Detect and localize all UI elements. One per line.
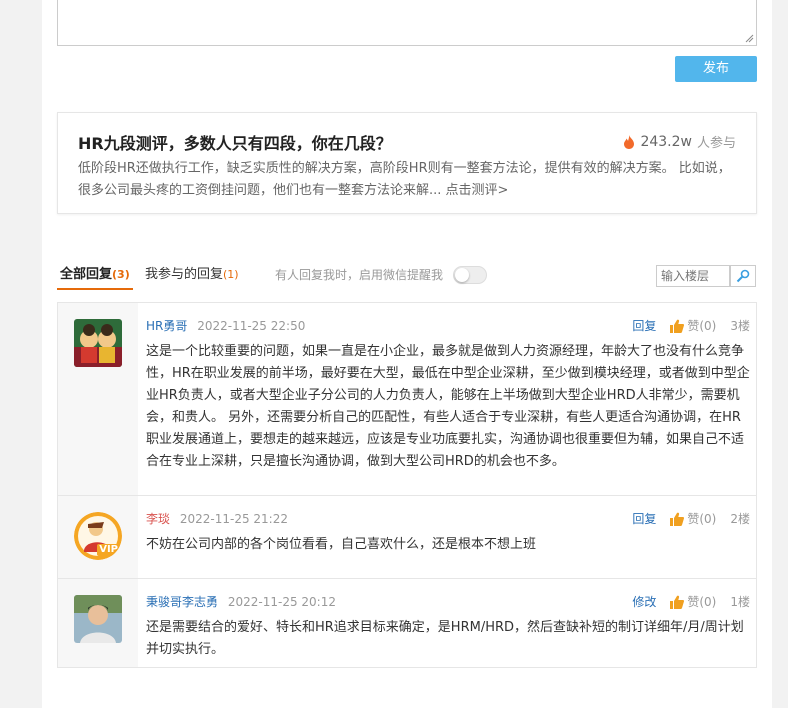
comment-username[interactable]: 李琰 xyxy=(146,512,170,526)
comment-time: 2022-11-25 22:50 xyxy=(197,319,306,333)
reply-tabs: 全部回复(3) 我参与的回复(1) 有人回复我时，启用微信提醒我 xyxy=(57,262,757,290)
avatar[interactable] xyxy=(74,319,122,367)
search-icon xyxy=(736,269,750,283)
avatar[interactable] xyxy=(74,595,122,643)
reply-textarea[interactable] xyxy=(57,0,757,46)
publish-button[interactable]: 发布 xyxy=(675,56,757,82)
edit-link[interactable]: 修改 xyxy=(632,593,656,610)
comment-actions: 回复 赞(0) 3楼 xyxy=(632,317,750,334)
comment-header: 秉骏哥李志勇 2022-11-25 20:12 修改 赞(0) 1楼 xyxy=(146,593,750,613)
thumbs-up-icon xyxy=(670,512,685,526)
like-button[interactable]: 赞(0) xyxy=(670,593,716,610)
wechat-notify-toggle[interactable] xyxy=(453,266,487,284)
comment-body: 秉骏哥李志勇 2022-11-25 20:12 修改 赞(0) 1楼 还是需要结… xyxy=(138,579,760,667)
floor-number: 1楼 xyxy=(730,595,750,609)
fire-icon xyxy=(624,134,635,149)
thumbs-up-icon xyxy=(670,595,685,609)
tab-mine-label: 我参与的回复 xyxy=(145,267,224,282)
comment-avatar-column xyxy=(58,303,138,495)
floor-input[interactable] xyxy=(656,265,730,287)
promo-card[interactable]: HR九段测评，多数人只有四段，你在几段？ 243.2w 人参与 低阶段HR还做执… xyxy=(57,112,757,214)
reply-link[interactable]: 回复 xyxy=(632,510,656,527)
comment-time: 2022-11-25 20:12 xyxy=(227,595,336,609)
comment-avatar-column: VIP xyxy=(58,496,138,578)
wechat-notify-label: 有人回复我时，启用微信提醒我 xyxy=(275,268,444,282)
tab-all-label: 全部回复 xyxy=(60,267,113,282)
floor-number: 2楼 xyxy=(730,512,750,526)
like-button[interactable]: 赞(0) xyxy=(670,510,716,527)
avatar[interactable]: VIP xyxy=(74,512,122,560)
comment-username[interactable]: HR勇哥 xyxy=(146,319,187,333)
comment-avatar-column xyxy=(58,579,138,667)
comment-text: 不妨在公司内部的各个岗位看看，自己喜欢什么，还是根本不想上班 xyxy=(146,537,537,552)
comment-list: HR勇哥 2022-11-25 22:50 回复 赞(0) 3楼 这是一个比较重… xyxy=(57,302,757,668)
toggle-knob xyxy=(455,268,469,282)
comment-item: VIP 李琰 2022-11-25 21:22 回复 赞(0) 2楼 不妨在公司… xyxy=(58,496,756,579)
resize-grip-icon[interactable] xyxy=(745,34,754,43)
participant-suffix: 人参与 xyxy=(696,136,736,151)
comment-header: HR勇哥 2022-11-25 22:50 回复 赞(0) 3楼 xyxy=(146,317,750,337)
like-button[interactable]: 赞(0) xyxy=(670,317,716,334)
vip-badge: VIP xyxy=(97,544,120,556)
comment-item: HR勇哥 2022-11-25 22:50 回复 赞(0) 3楼 这是一个比较重… xyxy=(58,303,756,496)
tab-all-replies[interactable]: 全部回复(3) xyxy=(57,262,133,290)
like-count: 赞(0) xyxy=(687,319,717,333)
reply-link[interactable]: 回复 xyxy=(632,317,656,334)
comment-text: 还是需要结合的爱好、特长和HR追求目标来确定，是HRM/HRD，然后查缺补短的制… xyxy=(146,620,744,657)
promo-participants: 243.2w 人参与 xyxy=(623,132,736,151)
like-count: 赞(0) xyxy=(687,512,717,526)
comment-body: 李琰 2022-11-25 21:22 回复 赞(0) 2楼 不妨在公司内部的各… xyxy=(138,496,760,578)
comment-header: 李琰 2022-11-25 21:22 回复 赞(0) 2楼 xyxy=(146,510,750,530)
floor-number: 3楼 xyxy=(730,319,750,333)
like-count: 赞(0) xyxy=(687,595,717,609)
tab-my-replies[interactable]: 我参与的回复(1) xyxy=(145,262,239,288)
comment-text: 这是一个比较重要的问题，如果一直是在小企业，最多就是做到人力资源经理，年龄大了也… xyxy=(146,344,750,469)
comment-actions: 回复 赞(0) 2楼 xyxy=(632,510,750,527)
tab-mine-count: (1) xyxy=(223,268,239,281)
floor-search-button[interactable] xyxy=(730,265,756,287)
comment-actions: 修改 赞(0) 1楼 xyxy=(632,593,750,610)
thumbs-up-icon xyxy=(670,319,685,333)
comment-username[interactable]: 秉骏哥李志勇 xyxy=(146,595,218,609)
promo-title[interactable]: HR九段测评，多数人只有四段，你在几段？ xyxy=(78,130,392,154)
comment-time: 2022-11-25 21:22 xyxy=(179,512,288,526)
comment-body: HR勇哥 2022-11-25 22:50 回复 赞(0) 3楼 这是一个比较重… xyxy=(138,303,760,495)
page: 发布 HR九段测评，多数人只有四段，你在几段？ 243.2w 人参与 低阶段HR… xyxy=(42,0,772,708)
participant-count: 243.2w xyxy=(640,133,692,150)
promo-description[interactable]: 低阶段HR还做执行工作，缺乏实质性的解决方案，高阶段HR则有一整套方法论，提供有… xyxy=(78,158,742,202)
tab-all-count: (3) xyxy=(112,268,130,281)
comment-item: 秉骏哥李志勇 2022-11-25 20:12 修改 赞(0) 1楼 还是需要结… xyxy=(58,579,756,667)
